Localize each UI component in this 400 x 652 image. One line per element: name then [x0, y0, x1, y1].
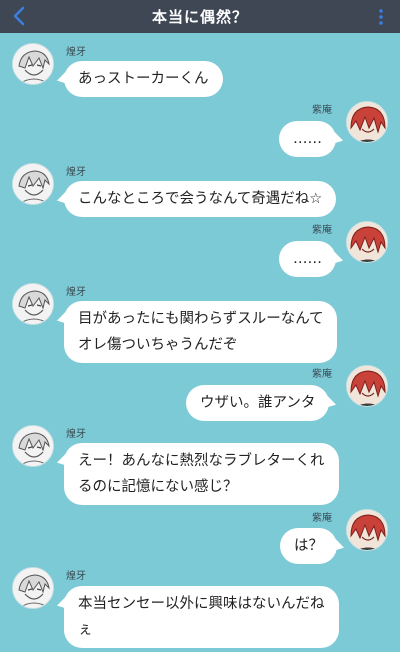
message-bubble: ウザい。誰アンタ: [186, 385, 330, 421]
app-header: 本当に偶然？: [0, 0, 400, 33]
chat-title: 本当に偶然？: [151, 8, 248, 26]
speaker-name: 煌牙: [66, 47, 86, 58]
kouga-avatar-icon: [13, 164, 53, 204]
avatar[interactable]: [346, 365, 388, 407]
avatar[interactable]: [346, 101, 388, 143]
message-bubble: ……: [279, 241, 336, 277]
shian-avatar-icon: [347, 222, 387, 262]
message-bubble: えー！あんなに熱烈なラブレターくれ るのに記憶にない感じ？: [64, 443, 339, 505]
avatar[interactable]: [12, 43, 54, 85]
kouga-avatar-icon: [13, 44, 53, 84]
message-bubble: こんなところで会うなんて奇遇だね☆: [64, 181, 337, 217]
message-bubble: は？: [280, 528, 337, 564]
speaker-name: 紫庵: [312, 513, 332, 524]
speaker-name: 紫庵: [312, 369, 332, 380]
message-bubble: ……: [279, 121, 336, 157]
message-bubble: 目があったにも関わらずスルーなんて オレ傷ついちゃうんだぞ: [64, 301, 338, 363]
kouga-avatar-icon: [13, 426, 53, 466]
avatar[interactable]: [346, 509, 388, 551]
speaker-name: 煌牙: [66, 429, 86, 440]
shian-avatar-icon: [347, 102, 387, 142]
speaker-name: 紫庵: [312, 225, 332, 236]
message-bubble: あっストーカーくん: [64, 61, 223, 97]
avatar[interactable]: [12, 283, 54, 325]
kouga-avatar-icon: [13, 568, 53, 608]
chat-area[interactable]: 煌牙 あっストーカーくん 紫庵 …… 煌牙 こんなところで会うなんて奇遇だね☆ …: [0, 33, 400, 652]
speaker-name: 煌牙: [66, 287, 86, 298]
shian-avatar-icon: [347, 366, 387, 406]
speaker-name: 紫庵: [312, 105, 332, 116]
back-button[interactable]: [8, 5, 30, 27]
more-menu-button[interactable]: [374, 6, 388, 28]
avatar[interactable]: [346, 221, 388, 263]
chevron-left-icon: [13, 6, 25, 26]
speaker-name: 煌牙: [66, 167, 86, 178]
message-bubble: 本当センセー以外に興味はないんだね ぇ: [64, 586, 339, 648]
avatar[interactable]: [12, 425, 54, 467]
speaker-name: 煌牙: [66, 571, 86, 582]
kebab-menu-icon: [379, 9, 383, 25]
avatar[interactable]: [12, 163, 54, 205]
avatar[interactable]: [12, 567, 54, 609]
kouga-avatar-icon: [13, 284, 53, 324]
shian-avatar-icon: [347, 510, 387, 550]
